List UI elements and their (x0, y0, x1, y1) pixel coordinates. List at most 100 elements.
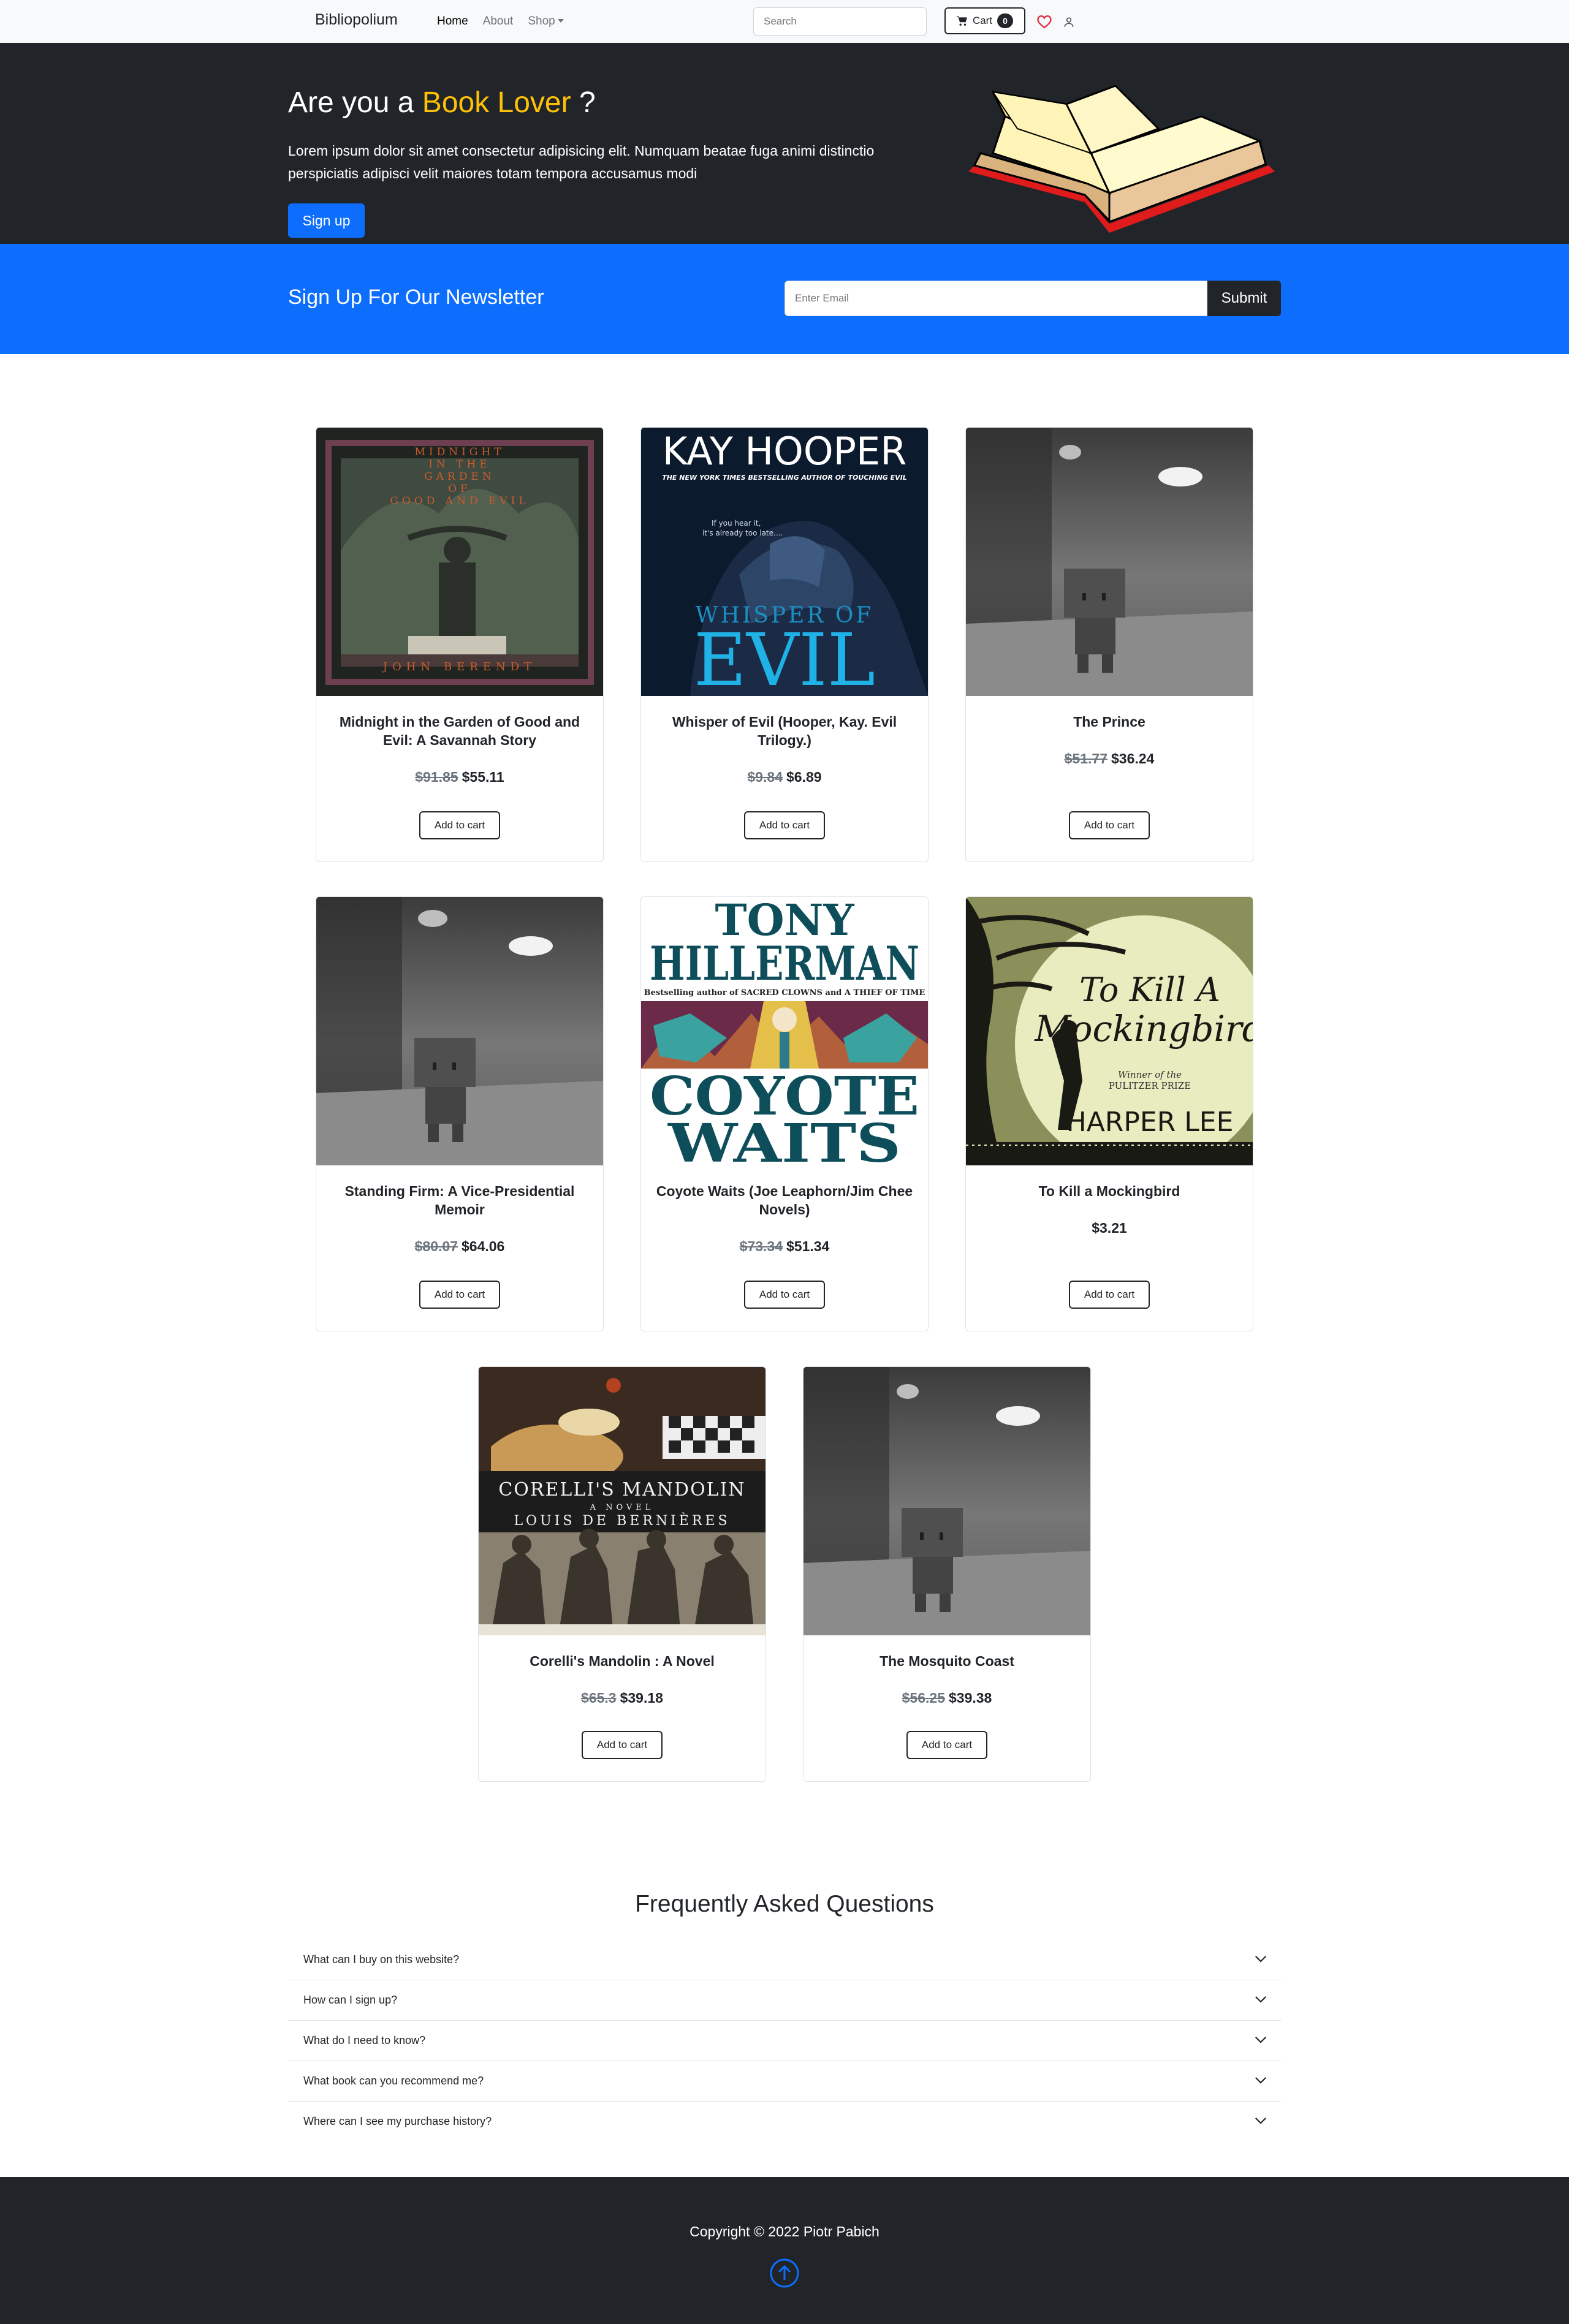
cover-text: MIDNIGHT (414, 446, 504, 458)
cart-button[interactable]: Cart 0 (944, 7, 1025, 34)
hero-description: Lorem ipsum dolor sit amet consectetur a… (288, 143, 875, 181)
newsletter-email-field[interactable] (784, 281, 1207, 316)
product-card: The Prince $51.77 $36.24 Add to cart (965, 427, 1253, 862)
old-price: $91.85 (415, 769, 458, 785)
price-row: $9.84 $6.89 (641, 769, 928, 785)
product-card: KAY HOOPER THE NEW YORK TIMES BESTSELLIN… (640, 427, 929, 862)
add-to-cart-button[interactable]: Add to cart (582, 1731, 663, 1759)
book-title[interactable]: To Kill a Mockingbird (978, 1182, 1240, 1200)
price-row: $65.3 $39.18 (479, 1690, 766, 1706)
book-cover-image[interactable] (966, 428, 1253, 696)
book-title[interactable]: Corelli's Mandolin : A Novel (491, 1652, 753, 1670)
nav-home-link[interactable]: Home (437, 15, 468, 28)
cover-text: HARPER LEE (1066, 1107, 1234, 1138)
current-price: $6.89 (786, 769, 822, 785)
cover-text: GOOD AND EVIL (390, 495, 529, 507)
chevron-down-icon (1255, 2037, 1267, 2043)
newsletter-title: Sign Up For Our Newsletter (288, 286, 544, 309)
hero-title-accent: Book Lover (422, 86, 571, 119)
faq-question: What can I buy on this website? (303, 1953, 460, 1966)
book-cover-image[interactable] (316, 897, 603, 1165)
current-price: $51.34 (786, 1238, 830, 1254)
current-price: $64.06 (462, 1238, 505, 1254)
search-input[interactable] (753, 7, 927, 36)
arrow-up-circle-icon[interactable] (769, 2258, 800, 2288)
old-price: $56.25 (902, 1690, 945, 1706)
price-row: $3.21 (966, 1220, 1253, 1236)
book-title[interactable]: Midnight in the Garden of Good and Evil:… (329, 713, 591, 749)
book-cover-image[interactable]: KAY HOOPER THE NEW YORK TIMES BESTSELLIN… (641, 428, 928, 696)
current-price: $3.21 (1092, 1220, 1127, 1236)
faq-question: How can I sign up? (303, 1994, 398, 2006)
product-card: The Mosquito Coast $56.25 $39.38 Add to c… (803, 1366, 1091, 1782)
faq-question: What book can you recommend me? (303, 2075, 484, 2087)
brand-logo[interactable]: Bibliopolium (315, 11, 398, 29)
cover-text: IN THE (428, 458, 491, 471)
price-row: $80.07 $64.06 (316, 1238, 603, 1255)
open-book-illustration (968, 85, 1275, 233)
add-to-cart-button[interactable]: Add to cart (744, 811, 825, 839)
cover-text: Bestselling author of SACRED CLOWNS and … (644, 988, 925, 997)
product-card: TONY HILLERMAN Bestselling author of SAC… (640, 896, 929, 1331)
book-title[interactable]: The Prince (978, 713, 1240, 731)
hero-section: Are you a Book Lover ? Lorem ipsum dolor… (0, 43, 1569, 244)
cover-text: Winner of the (1118, 1069, 1182, 1080)
faq-accordion-item[interactable]: Where can I see my purchase history? (288, 2102, 1281, 2142)
add-to-cart-button[interactable]: Add to cart (744, 1281, 825, 1309)
cover-text: JOHN BERENDT (382, 660, 536, 673)
cover-text: LOUIS DE BERNIÈRES (514, 1512, 730, 1529)
price-row: $51.77 $36.24 (966, 751, 1253, 767)
cover-text: A NOVEL (590, 1503, 655, 1512)
book-cover-image[interactable]: MIDNIGHT IN THE GARDEN OF GOOD AND EVIL … (316, 428, 603, 696)
caret-down-icon (557, 19, 564, 23)
product-card: MIDNIGHT IN THE GARDEN OF GOOD AND EVIL … (316, 427, 604, 862)
hero-title: Are you a Book Lover ? (288, 86, 596, 119)
user-icon[interactable] (1063, 17, 1074, 28)
book-cover-image[interactable]: CORELLI'S MANDOLIN A NOVEL LOUIS DE BERN… (479, 1367, 766, 1635)
footer: Copyright © 2022 Piotr Pabich (0, 2177, 1569, 2324)
cover-text: CORELLI'S MANDOLIN (498, 1479, 745, 1501)
faq-accordion-item[interactable]: What can I buy on this website? (288, 1940, 1281, 1980)
book-title[interactable]: Standing Firm: A Vice-Presidential Memoi… (329, 1182, 591, 1219)
book-title[interactable]: Whisper of Evil (Hooper, Kay. Evil Trilo… (653, 713, 916, 749)
cover-text: HILLERMAN (650, 936, 919, 991)
cart-label: Cart (972, 15, 993, 26)
old-price: $73.34 (739, 1238, 783, 1254)
heart-icon[interactable] (1037, 15, 1052, 29)
chevron-down-icon (1255, 2118, 1267, 2124)
book-title[interactable]: Coyote Waits (Joe Leaphorn/Jim Chee Nove… (653, 1182, 916, 1219)
cover-text: Mockingbird (1034, 1008, 1253, 1050)
nav-shop-dropdown[interactable]: Shop (528, 15, 564, 28)
newsletter-submit-button[interactable]: Submit (1207, 281, 1281, 316)
add-to-cart-button[interactable]: Add to cart (1069, 1281, 1150, 1309)
copyright-text: Copyright © 2022 Piotr Pabich (690, 2224, 879, 2239)
nav-links: Home About Shop (437, 15, 579, 28)
book-cover-image[interactable] (803, 1367, 1090, 1635)
add-to-cart-button[interactable]: Add to cart (906, 1731, 987, 1759)
add-to-cart-button[interactable]: Add to cart (1069, 811, 1150, 839)
current-price: $39.38 (949, 1690, 992, 1706)
old-price: $65.3 (581, 1690, 617, 1706)
current-price: $36.24 (1111, 751, 1155, 766)
chevron-down-icon (1255, 1956, 1267, 1963)
cover-text: To Kill A (1079, 971, 1220, 1009)
signup-button[interactable]: Sign up (288, 203, 365, 238)
faq-accordion-item[interactable]: What do I need to know? (288, 2021, 1281, 2061)
current-price: $55.11 (462, 769, 504, 785)
nav-about-link[interactable]: About (483, 15, 514, 28)
old-price: $9.84 (747, 769, 783, 785)
cover-text: PULITZER PRIZE (1109, 1080, 1191, 1091)
nav-shop-label: Shop (528, 15, 555, 28)
book-cover-image[interactable]: To Kill A Mockingbird Winner of the PULI… (966, 897, 1253, 1165)
faq-accordion-item[interactable]: How can I sign up? (288, 1980, 1281, 2021)
faq-accordion-item[interactable]: What book can you recommend me? (288, 2061, 1281, 2102)
book-cover-image[interactable]: TONY HILLERMAN Bestselling author of SAC… (641, 897, 928, 1165)
cover-text: OF (448, 483, 471, 495)
cart-count-badge: 0 (997, 13, 1014, 28)
book-title[interactable]: The Mosquito Coast (816, 1652, 1078, 1670)
add-to-cart-button[interactable]: Add to cart (419, 811, 500, 839)
add-to-cart-button[interactable]: Add to cart (419, 1281, 500, 1309)
cover-text: If you hear it, (712, 519, 761, 528)
cover-text: it's already too late.... (702, 529, 783, 537)
product-card: CORELLI'S MANDOLIN A NOVEL LOUIS DE BERN… (478, 1366, 766, 1782)
